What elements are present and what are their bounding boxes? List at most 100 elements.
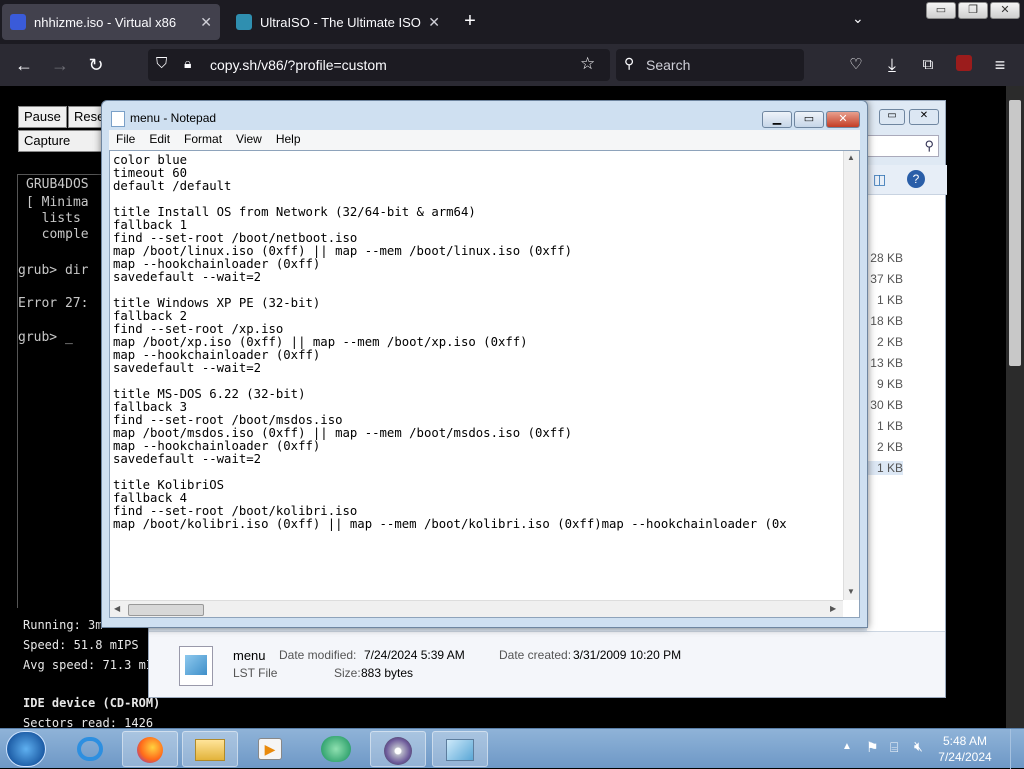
- notepad-taskbar-icon[interactable]: [432, 731, 488, 767]
- file-size: 18 KB: [870, 314, 903, 328]
- menu-edit[interactable]: Edit: [142, 130, 177, 150]
- scroll-right-arrow-icon[interactable]: ▶: [830, 604, 836, 613]
- volume-muted-icon[interactable]: 🔇︎: [914, 738, 923, 755]
- file-size-selected: 1 KB: [867, 461, 903, 475]
- explorer-search-box[interactable]: ⚲: [867, 135, 939, 157]
- ide-device-heading: IDE device (CD-ROM): [23, 696, 161, 710]
- internet-explorer-icon[interactable]: [62, 731, 118, 767]
- url-bar[interactable]: ⛉ 🔒︎ copy.sh/v86/?profile=custom ☆: [148, 49, 610, 81]
- scroll-down-arrow-icon[interactable]: ▼: [847, 587, 855, 596]
- menu-help[interactable]: Help: [269, 130, 308, 150]
- vertical-scrollbar[interactable]: ▲ ▼: [843, 151, 859, 600]
- forward-arrow-icon[interactable]: →: [48, 53, 72, 77]
- file-content[interactable]: color blue timeout 60 default /default t…: [113, 154, 787, 531]
- menu-bar: File Edit Format View Help: [109, 130, 860, 150]
- page-scrollbar[interactable]: [1006, 86, 1024, 728]
- scrollbar-thumb[interactable]: [1009, 100, 1021, 366]
- show-hidden-icons-icon[interactable]: ▲: [842, 741, 852, 752]
- minimize-button[interactable]: ▭: [926, 2, 956, 19]
- notepad-window[interactable]: menu - Notepad ▁ ▭ ✕ File Edit Format Vi…: [101, 100, 868, 628]
- reset-button[interactable]: Rese: [68, 106, 104, 128]
- menu-format[interactable]: Format: [177, 130, 229, 150]
- show-desktop-button[interactable]: [1010, 729, 1024, 769]
- notepad-icon: [111, 111, 125, 127]
- file-size: 37 KB: [870, 272, 903, 286]
- menu-file[interactable]: File: [109, 130, 142, 150]
- network-icon[interactable]: ⌸: [890, 739, 898, 756]
- menu-hamburger-icon[interactable]: ≡: [988, 53, 1012, 77]
- shield-icon[interactable]: ⛉: [156, 55, 167, 72]
- file-size: 1 KB: [876, 293, 903, 307]
- window-title: menu - Notepad: [130, 111, 217, 125]
- menu-view[interactable]: View: [229, 130, 269, 150]
- extensions-icon[interactable]: ⧉: [916, 53, 940, 77]
- ultraiso-favicon-icon: [236, 14, 252, 30]
- help-icon[interactable]: ?: [907, 170, 925, 188]
- restore-button[interactable]: ❐: [958, 2, 988, 19]
- system-clock[interactable]: 5:48 AM 7/24/2024: [930, 733, 1000, 765]
- file-list[interactable]: 28 KB 37 KB 1 KB 18 KB 2 KB 13 KB 9 KB 3…: [867, 195, 945, 631]
- app-green-disc-icon[interactable]: [308, 731, 364, 767]
- close-button[interactable]: ✕: [826, 111, 860, 128]
- list-tabs-chevron-icon[interactable]: ⌄: [852, 10, 864, 27]
- clock-time: 5:48 AM: [942, 734, 988, 748]
- new-tab-plus-icon[interactable]: +: [458, 10, 482, 33]
- tab-ultraiso[interactable]: UltraISO - The Ultimate ISO CD/DVD ✕: [228, 4, 448, 40]
- search-icon: ⚲: [924, 138, 934, 153]
- terminal-line: comple: [26, 227, 89, 242]
- running-time: Running: 3m: [23, 618, 103, 632]
- size-label: Size:: [334, 666, 361, 680]
- avg-speed: Avg speed: 71.3 mI: [23, 658, 154, 672]
- back-arrow-icon[interactable]: ←: [12, 53, 36, 77]
- search-bar[interactable]: ⚲ Search: [616, 49, 804, 81]
- file-size: 9 KB: [876, 377, 903, 391]
- close-tab-icon[interactable]: ✕: [428, 14, 440, 31]
- file-size-value: 883 bytes: [361, 666, 414, 680]
- close-button[interactable]: ✕: [990, 2, 1020, 19]
- action-center-flag-icon[interactable]: ⚑: [866, 739, 879, 756]
- media-player-icon[interactable]: ▶: [242, 731, 298, 767]
- file-size: 13 KB: [870, 356, 903, 370]
- firefox-icon[interactable]: [122, 731, 178, 767]
- lock-icon[interactable]: 🔒︎: [184, 55, 191, 72]
- taskbar: ▶ ▲ ⚑ ⌸ 🔇︎ 5:48 AM 7/24/2024: [0, 728, 1024, 769]
- scroll-left-arrow-icon[interactable]: ◀: [114, 604, 120, 613]
- v86-favicon-icon: [10, 14, 26, 30]
- pocket-icon[interactable]: ♡: [844, 53, 868, 77]
- url-text: copy.sh/v86/?profile=custom: [210, 57, 387, 73]
- file-size: 30 KB: [870, 398, 903, 412]
- file-notepad-icon: [179, 646, 213, 686]
- tab-title: nhhizme.iso - Virtual x86: [34, 14, 177, 30]
- clock-date: 7/24/2024: [938, 750, 992, 764]
- explorer-toolbar: ◫ ?: [867, 165, 947, 195]
- close-tab-icon[interactable]: ✕: [200, 14, 212, 31]
- maximize-button[interactable]: ▭: [794, 111, 824, 128]
- terminal-line: Error 27:: [18, 296, 89, 311]
- tab-v86[interactable]: nhhizme.iso - Virtual x86 ✕: [2, 4, 220, 40]
- scroll-up-arrow-icon[interactable]: ▲: [847, 153, 855, 162]
- downloads-icon[interactable]: ⤓: [880, 53, 904, 77]
- minimize-button[interactable]: ▁: [762, 111, 792, 128]
- capture-network-button[interactable]: Capture netw: [18, 130, 104, 152]
- terminal-line: [ Minima: [26, 195, 89, 210]
- speed: Speed: 51.8 mIPS: [23, 638, 139, 652]
- scrollbar-thumb[interactable]: [128, 604, 204, 616]
- preview-pane-icon[interactable]: ◫: [873, 171, 886, 188]
- horizontal-scrollbar[interactable]: ◀ ▶: [110, 600, 843, 617]
- explorer-close-button[interactable]: ✕: [909, 109, 939, 125]
- file-type: LST File: [233, 666, 278, 680]
- windows-explorer-icon[interactable]: [182, 731, 238, 767]
- search-icon: ⚲: [624, 55, 635, 71]
- search-placeholder: Search: [646, 57, 691, 73]
- start-orb-icon[interactable]: [6, 731, 46, 767]
- explorer-restore-button[interactable]: ▭: [879, 109, 905, 125]
- ublock-icon[interactable]: [952, 53, 976, 77]
- ultraiso-icon[interactable]: [370, 731, 426, 767]
- text-editor[interactable]: color blue timeout 60 default /default t…: [109, 150, 860, 618]
- file-size: 2 KB: [876, 335, 903, 349]
- pause-button[interactable]: Pause: [18, 106, 67, 128]
- reload-icon[interactable]: ↻: [84, 53, 108, 77]
- file-size: 1 KB: [876, 419, 903, 433]
- bookmark-star-icon[interactable]: ☆: [580, 54, 595, 74]
- details-pane: menu LST File Date modified: 7/24/2024 5…: [149, 631, 945, 697]
